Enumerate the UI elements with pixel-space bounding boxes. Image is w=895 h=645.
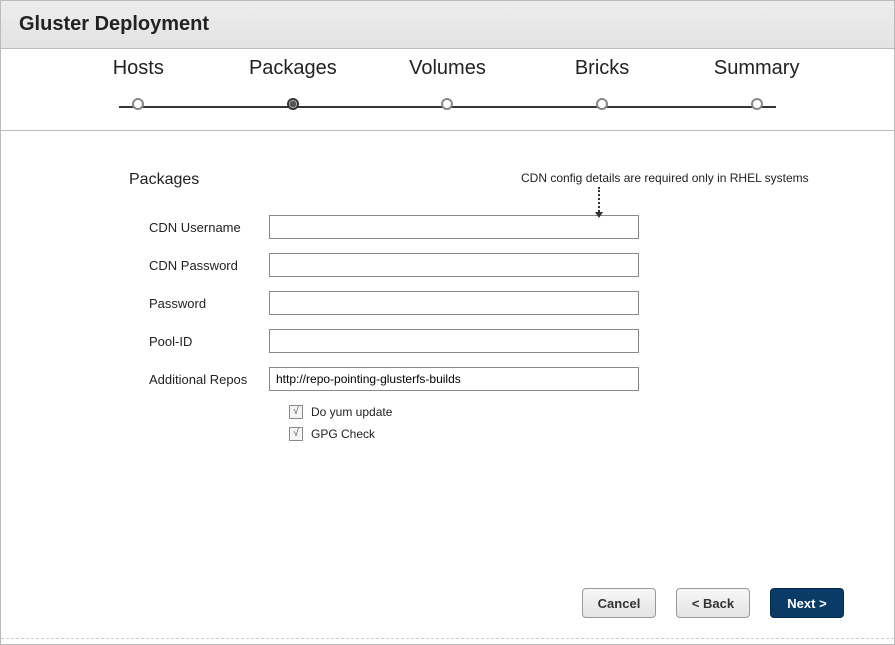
next-button[interactable]: Next > <box>770 588 844 618</box>
step-label: Summary <box>679 57 834 80</box>
hint-arrow-icon <box>598 187 600 215</box>
label-additional-repos: Additional Repos <box>129 372 269 387</box>
label-cdn-password: CDN Password <box>129 258 269 273</box>
cdn-hint-text: CDN config details are required only in … <box>521 171 809 185</box>
row-additional-repos: Additional Repos <box>129 367 844 391</box>
bottom-divider <box>1 638 894 644</box>
row-password: Password <box>129 291 844 315</box>
step-bricks[interactable]: Bricks <box>525 57 680 113</box>
row-gpg-check: √ GPG Check <box>289 427 844 441</box>
step-tick-icon <box>287 98 299 110</box>
label-password: Password <box>129 296 269 311</box>
gluster-deployment-wizard: Gluster Deployment Hosts Packages Volume… <box>0 0 895 645</box>
row-cdn-username: CDN Username <box>129 215 844 239</box>
yum-update-checkbox[interactable]: √ <box>289 405 303 419</box>
row-cdn-password: CDN Password <box>129 253 844 277</box>
cdn-password-input[interactable] <box>269 253 639 277</box>
step-tick-icon <box>751 98 763 110</box>
step-volumes[interactable]: Volumes <box>370 57 525 113</box>
label-cdn-username: CDN Username <box>129 220 269 235</box>
cancel-button[interactable]: Cancel <box>582 588 656 618</box>
step-label: Hosts <box>61 57 216 80</box>
pool-id-input[interactable] <box>269 329 639 353</box>
yum-update-label: Do yum update <box>311 405 392 419</box>
step-hosts[interactable]: Hosts <box>61 57 216 113</box>
label-pool-id: Pool-ID <box>129 334 269 349</box>
gpg-check-checkbox[interactable]: √ <box>289 427 303 441</box>
step-tick-icon <box>441 98 453 110</box>
row-pool-id: Pool-ID <box>129 329 844 353</box>
additional-repos-input[interactable] <box>269 367 639 391</box>
step-summary[interactable]: Summary <box>679 57 834 113</box>
wizard-title: Gluster Deployment <box>1 1 894 49</box>
step-tick-icon <box>596 98 608 110</box>
wizard-body: Packages CDN config details are required… <box>1 131 894 469</box>
wizard-footer: Cancel < Back Next > <box>582 588 844 618</box>
password-input[interactable] <box>269 291 639 315</box>
step-label: Bricks <box>525 57 680 80</box>
step-packages[interactable]: Packages <box>216 57 371 113</box>
row-yum-update: √ Do yum update <box>289 405 844 419</box>
step-label: Volumes <box>370 57 525 80</box>
wizard-steps: Hosts Packages Volumes Bricks Summary <box>1 49 894 131</box>
step-tick-icon <box>132 98 144 110</box>
step-label: Packages <box>216 57 371 80</box>
back-button[interactable]: < Back <box>676 588 750 618</box>
cdn-username-input[interactable] <box>269 215 639 239</box>
gpg-check-label: GPG Check <box>311 427 375 441</box>
